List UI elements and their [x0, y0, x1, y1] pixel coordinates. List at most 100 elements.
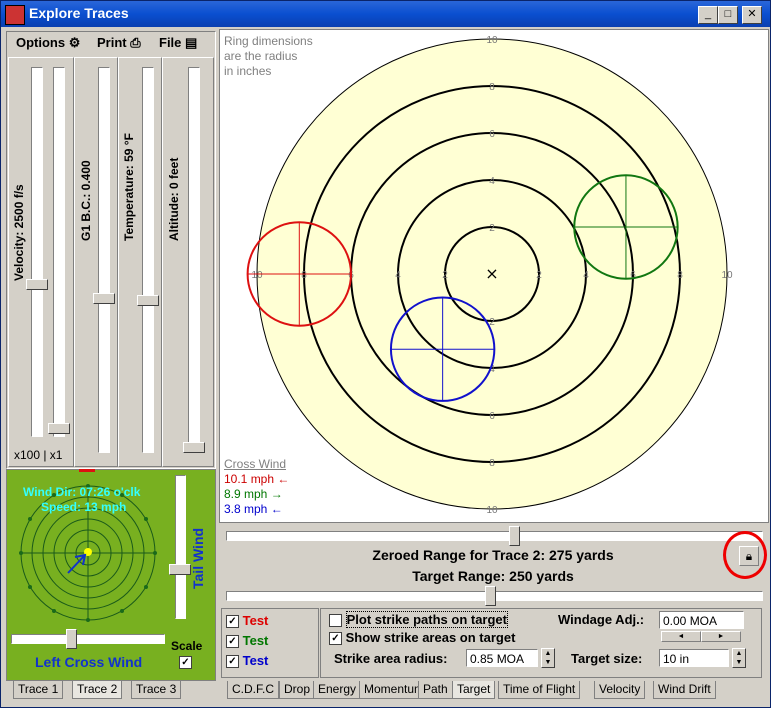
zeroed-range-slider-track[interactable]: [226, 531, 763, 541]
maximize-icon[interactable]: □: [718, 6, 738, 24]
windage-label: Windage Adj.:: [558, 612, 645, 627]
velocity-slider-track[interactable]: [31, 67, 43, 437]
trace-row[interactable]: ✓ Test: [226, 653, 269, 669]
bottom-tab[interactable]: C.D.F.C: [227, 681, 279, 699]
show-areas-checkbox[interactable]: ✓: [329, 632, 342, 646]
altitude-slider-track[interactable]: [188, 67, 200, 453]
cross-wind-label: Left Cross Wind: [35, 654, 143, 670]
left-tab[interactable]: Trace 3: [131, 681, 182, 699]
velocity-slider-thumb[interactable]: [26, 279, 48, 290]
zeroed-range-slider-thumb[interactable]: [509, 526, 520, 546]
cross-wind-title: Cross Wind: [224, 457, 287, 471]
file-label: File: [159, 35, 182, 50]
left-tab[interactable]: Trace 2: [72, 681, 123, 699]
strike-radius-label: Strike area radius:: [334, 651, 448, 666]
ring-label-10: 10: [721, 270, 733, 281]
velocity-fine-slider-thumb[interactable]: [48, 423, 70, 434]
bottom-tab[interactable]: Path: [418, 681, 453, 699]
minimize-icon[interactable]: _: [698, 6, 718, 24]
target-size-label: Target size:: [571, 651, 643, 666]
ring-label-2: 2: [536, 270, 542, 281]
bottom-tab[interactable]: Energy: [313, 681, 362, 699]
velocity-fine-slider-track[interactable]: [53, 67, 65, 437]
bottom-tab[interactable]: Target: [452, 681, 496, 699]
target-size-spinner[interactable]: ▲ ▼: [732, 648, 746, 668]
plot-paths-label: Plot strike paths on target: [345, 611, 508, 628]
trace-name: Test: [239, 653, 269, 668]
show-areas-label: Show strike areas on target: [345, 630, 516, 645]
scale-check-mark: ✓: [179, 656, 192, 670]
temperature-label: Temperature: 59 °F: [122, 133, 136, 241]
ring-label-10: 10: [486, 505, 498, 516]
ring-label-2: 2: [442, 270, 448, 281]
scale-label: Scale: [171, 639, 203, 653]
options-label: Options: [16, 35, 66, 50]
plot-paths-checkbox[interactable]: [329, 614, 342, 628]
target-size-field[interactable]: 10 in: [659, 649, 729, 667]
ring-label-4: 4: [395, 270, 401, 281]
trace-row[interactable]: ✓ Test: [226, 613, 269, 629]
cross-wind-slider-track[interactable]: [11, 634, 165, 644]
title-bar[interactable]: Explore Traces _ □ ✕: [1, 1, 770, 27]
trace-name: Test: [239, 633, 269, 648]
windage-right-button[interactable]: ►: [701, 631, 741, 642]
temperature-slider-thumb[interactable]: [137, 295, 159, 306]
cross-wind-list: 10.1 mph ← 8.9 mph → 3.8 mph ←: [224, 472, 289, 517]
trace-checkbox[interactable]: ✓: [226, 615, 239, 629]
cross-wind-value: 8.9 mph →: [224, 487, 283, 501]
ring-label-6: 6: [489, 411, 495, 422]
app-icon: [5, 5, 25, 25]
bottom-tab[interactable]: Velocity: [594, 681, 646, 699]
plot-paths-option[interactable]: Plot strike paths on target: [329, 611, 508, 628]
ring-label-2: 2: [489, 223, 495, 234]
show-areas-option[interactable]: ✓ Show strike areas on target: [329, 630, 516, 646]
zeroed-range-text: Zeroed Range for Trace 2: 275 yards: [372, 547, 614, 563]
file-icon: ▤: [185, 35, 198, 50]
bottom-tab[interactable]: Time of Flight: [498, 681, 581, 699]
strike-radius-field[interactable]: 0.85 MOA: [466, 649, 538, 667]
altitude-slider-thumb[interactable]: [183, 442, 205, 453]
target-face: × 222244446666888810101010: [246, 35, 733, 516]
left-tab[interactable]: Trace 1: [13, 681, 64, 699]
cross-wind-slider-thumb[interactable]: [66, 629, 77, 649]
ring-label-4: 4: [583, 270, 589, 281]
tail-wind-slider-track[interactable]: [175, 475, 186, 619]
cross-wind-value: 10.1 mph ←: [224, 472, 290, 486]
temperature-slider-track[interactable]: [142, 67, 154, 453]
print-menu[interactable]: Print ⎙: [97, 35, 141, 51]
printer-icon: ⎙: [130, 35, 141, 50]
windage-left-button[interactable]: ◄: [661, 631, 701, 642]
bc-slider-thumb[interactable]: [93, 293, 115, 304]
cross-wind-value: 3.8 mph ←: [224, 502, 283, 516]
scale-checkbox[interactable]: ✓: [179, 655, 192, 670]
tail-wind-slider-thumb[interactable]: [169, 564, 191, 575]
trace-row[interactable]: ✓ Test: [226, 633, 269, 649]
target-range-text: Target Range: 250 yards: [412, 568, 574, 584]
trace-checkbox[interactable]: ✓: [226, 655, 239, 669]
velocity-label: Velocity: 2500 f/s: [12, 184, 26, 281]
windage-field[interactable]: 0.00 MOA: [659, 611, 744, 629]
bottom-tab[interactable]: Wind Drift: [653, 681, 716, 699]
file-menu[interactable]: File ▤: [159, 35, 197, 51]
strike-radius-spinner[interactable]: ▲ ▼: [541, 648, 555, 668]
temperature-column: [118, 57, 162, 467]
trace-checkbox[interactable]: ✓: [226, 635, 239, 649]
ring-label-10: 10: [251, 270, 263, 281]
tail-wind-label: Tail Wind: [190, 527, 206, 589]
ring-label-8: 8: [301, 270, 307, 281]
ring-label-4: 4: [489, 176, 495, 187]
ring-label-8: 8: [489, 458, 495, 469]
close-icon[interactable]: ✕: [742, 6, 762, 24]
window-title: Explore Traces: [29, 5, 129, 21]
ring-label-10: 10: [486, 35, 498, 46]
ring-label-6: 6: [489, 129, 495, 140]
wind-dir: Wind Dir: 07:26 o'clk: [23, 485, 141, 499]
options-menu[interactable]: Options ⚙: [16, 35, 80, 51]
bottom-tab[interactable]: Drop: [279, 681, 316, 699]
bc-label: G1 B.C.: 0.400: [79, 160, 93, 241]
bc-slider-track[interactable]: [98, 67, 110, 453]
highlight-circle: [723, 531, 767, 579]
trace-name: Test: [239, 613, 269, 628]
target-range-slider-thumb[interactable]: [485, 586, 496, 606]
print-label: Print: [97, 35, 127, 50]
